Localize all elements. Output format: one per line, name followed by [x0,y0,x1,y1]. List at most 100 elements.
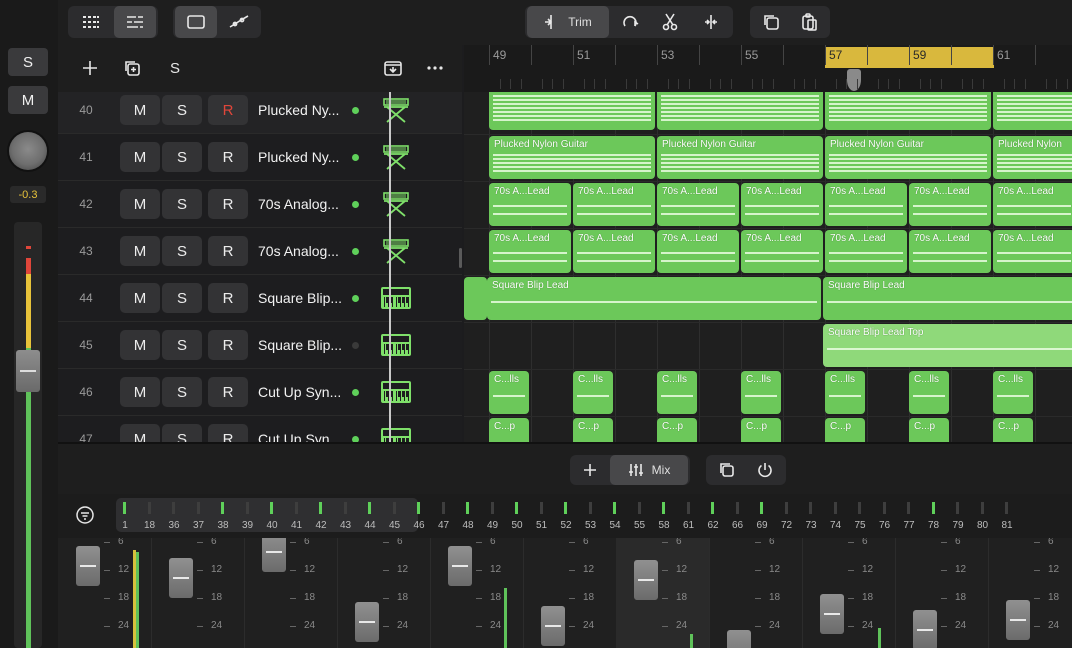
record-enable-button[interactable]: R [208,377,248,407]
channel-number[interactable]: 75 [849,520,871,531]
solo-button[interactable]: S [8,48,48,76]
arrange-region[interactable]: C...lls [489,371,529,414]
arrange-region[interactable] [489,92,655,130]
region-mode-button[interactable] [175,6,217,38]
arrange-region[interactable]: 70s A...Lead [909,183,991,226]
add-track-button[interactable] [77,55,103,81]
channel-number[interactable]: 1 [114,520,136,531]
record-enable-button[interactable]: R [208,330,248,360]
arrange-region[interactable]: Square Blip Lead Top [823,324,1072,367]
solo-button[interactable]: S [162,142,202,172]
channel-number[interactable]: 66 [727,520,749,531]
channel-fader[interactable] [169,558,193,598]
arrange-region[interactable]: C...p [657,418,697,442]
grid-view-button[interactable] [70,6,112,38]
arrange-region[interactable]: C...p [489,418,529,442]
channel-number[interactable]: 61 [678,520,700,531]
playhead-handle[interactable] [847,69,861,91]
arrange-region[interactable]: C...lls [825,371,865,414]
record-enable-button[interactable]: R [208,283,248,313]
arrange-region[interactable]: C...p [573,418,613,442]
channel-number[interactable]: 42 [310,520,332,531]
keyboard-stand-icon[interactable] [380,143,412,171]
mute-button[interactable]: M [120,377,160,407]
channel-fader[interactable] [541,606,565,646]
volume-fader[interactable] [16,350,40,392]
arrange-region[interactable]: 70s A...Lead [573,183,655,226]
arrange-region[interactable]: 70s A...Lead [993,230,1072,273]
channel-fader[interactable] [262,538,286,572]
arrange-region[interactable]: C...p [993,418,1033,442]
channel-number[interactable]: 73 [800,520,822,531]
arrange-region[interactable] [825,92,991,130]
channel-number[interactable]: 55 [629,520,651,531]
solo-button[interactable]: S [162,236,202,266]
channel-number[interactable]: 51 [531,520,553,531]
mute-button[interactable]: M [120,424,160,442]
channel-number[interactable]: 52 [555,520,577,531]
arrange-region[interactable]: Plucked Nylon Guitar [489,136,655,179]
arrange-region[interactable]: Plucked Nylon [993,136,1072,179]
track-row[interactable]: 44 M S R Square Blip... [58,275,462,322]
channel-number[interactable]: 37 [188,520,210,531]
solo-button[interactable]: S [162,283,202,313]
record-enable-button[interactable]: R [208,189,248,219]
channel-number[interactable]: 38 [212,520,234,531]
channel-number[interactable]: 47 [433,520,455,531]
arrange-region[interactable]: Square Blip Lead [823,277,1072,320]
arrange-region[interactable]: C...lls [657,371,697,414]
mute-button[interactable]: M [120,142,160,172]
record-enable-button[interactable]: R [208,142,248,172]
arrange-region[interactable]: C...p [825,418,865,442]
channel-number[interactable]: 58 [653,520,675,531]
arrange-region[interactable]: C...p [741,418,781,442]
track-row[interactable]: 46 M S R Cut Up Syn... [58,369,462,416]
pan-knob[interactable] [9,132,47,170]
channel-number[interactable]: 74 [825,520,847,531]
track-row[interactable]: 40 M S R Plucked Ny... [58,92,462,134]
arrange-region[interactable]: C...lls [741,371,781,414]
keyboard-stand-icon[interactable] [380,96,412,124]
channel-number[interactable]: 77 [898,520,920,531]
channel-fader[interactable] [634,560,658,600]
arrange-region[interactable]: C...p [909,418,949,442]
synth-keyboard-icon[interactable] [380,425,412,442]
track-row[interactable]: 42 M S R 70s Analog... [58,181,462,228]
keyboard-stand-icon[interactable] [380,237,412,265]
channel-number[interactable]: 18 [139,520,161,531]
channel-number[interactable]: 79 [947,520,969,531]
channel-number[interactable]: 49 [482,520,504,531]
arrange-region[interactable]: Square Blip Lead [487,277,821,320]
channel-number[interactable]: 78 [923,520,945,531]
channel-fader[interactable] [76,546,100,586]
paste-button[interactable] [790,6,828,38]
channel-number[interactable]: 45 [384,520,406,531]
channel-fader[interactable] [1006,600,1030,640]
channel-fader[interactable] [355,602,379,642]
channel-number[interactable]: 48 [457,520,479,531]
channel-fader[interactable] [727,630,751,648]
arrange-region[interactable]: C...lls [573,371,613,414]
arrange-region[interactable]: 70s A...Lead [741,230,823,273]
channel-number[interactable]: 80 [972,520,994,531]
timeline-ruler[interactable]: 49 51 53 55 57 59 61 [464,45,1072,92]
mute-button[interactable]: M [120,95,160,125]
channel-fader[interactable] [820,594,844,634]
arrange-region[interactable]: 70s A...Lead [825,230,907,273]
copy-button[interactable] [752,6,790,38]
channel-number[interactable]: 39 [237,520,259,531]
keyboard-stand-icon[interactable] [380,190,412,218]
mute-button[interactable]: M [8,86,48,114]
record-enable-button[interactable]: R [208,95,248,125]
arrange-region[interactable]: 70s A...Lead [489,230,571,273]
arrange-region[interactable]: 70s A...Lead [573,230,655,273]
arrange-region[interactable]: Plucked Nylon Guitar [657,136,823,179]
loop-button[interactable] [611,6,649,38]
arrange-region[interactable]: 70s A...Lead [741,183,823,226]
synth-keyboard-icon[interactable] [380,331,412,359]
arrange-region[interactable] [657,92,823,130]
tracks-view-button[interactable] [114,6,156,38]
track-row[interactable]: 41 M S R Plucked Ny... [58,134,462,181]
arrange-region[interactable]: 70s A...Lead [489,183,571,226]
channel-number[interactable]: 81 [996,520,1018,531]
